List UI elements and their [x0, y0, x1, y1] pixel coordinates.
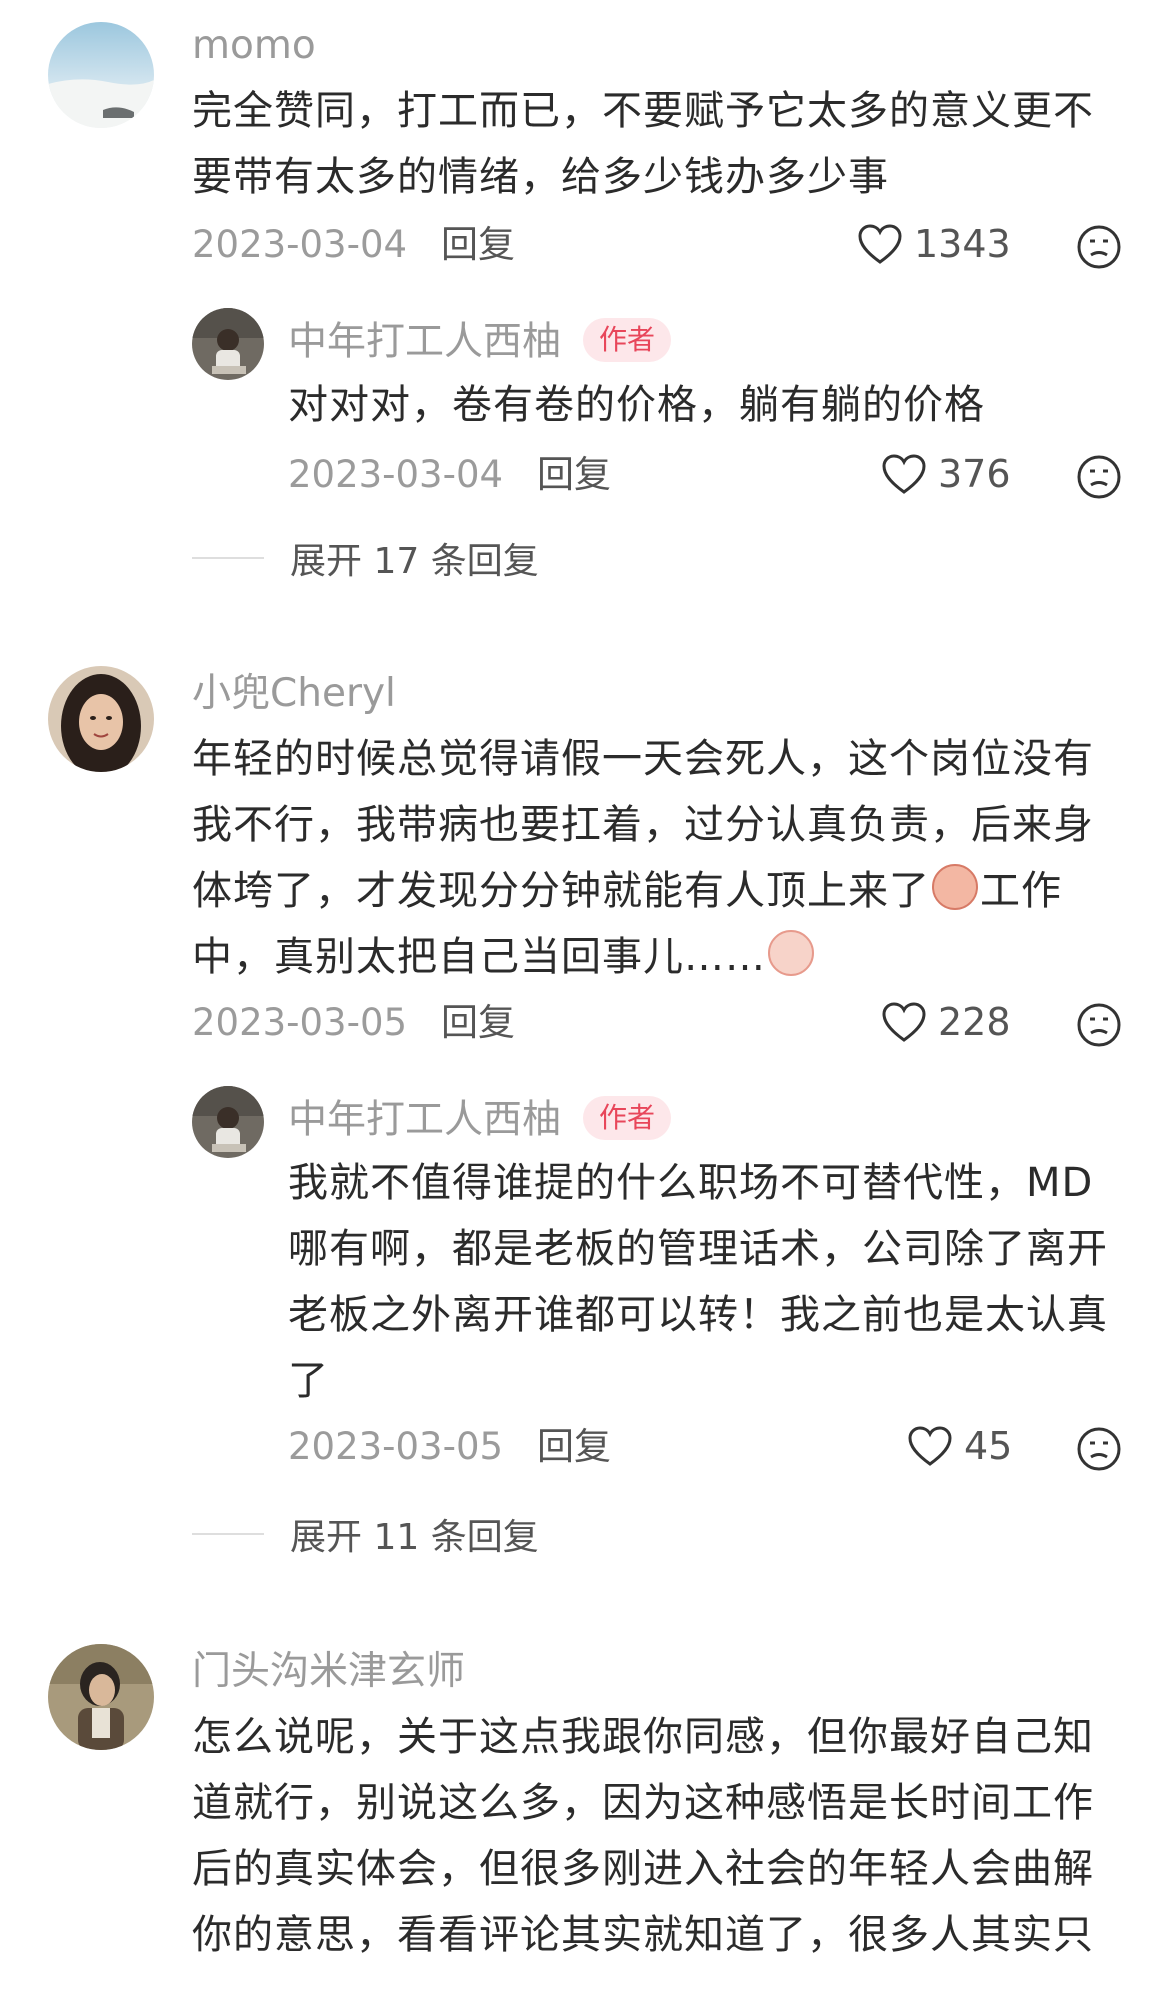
- dislike-face-icon[interactable]: [1076, 1426, 1122, 1472]
- dislike-face-icon[interactable]: [1076, 1002, 1122, 1048]
- reply-text: 对对对，卷有卷的价格，躺有躺的价格: [288, 382, 985, 428]
- heart-icon: [908, 1426, 952, 1466]
- avatar-cheryl[interactable]: [48, 666, 154, 772]
- like-button[interactable]: 228: [880, 1000, 1011, 1044]
- avatar-yonezu[interactable]: [48, 1644, 154, 1750]
- heart-icon: [882, 1002, 926, 1042]
- avatar-author[interactable]: [192, 308, 264, 380]
- expand-replies-button[interactable]: 展开 17 条回复: [192, 532, 539, 584]
- comment-date: 2023-03-05: [192, 1001, 408, 1044]
- like-button[interactable]: 376: [880, 452, 1011, 496]
- shocked-face-emoji: [768, 930, 814, 976]
- comment-text: 完全赞同，打工而已，不要赋予它太多的意义更不要带有太多的情绪，给多少钱办多少事: [192, 88, 1094, 200]
- divider-line: [192, 557, 264, 559]
- reply-button[interactable]: 回复: [441, 223, 515, 266]
- comment-username[interactable]: 门头沟米津玄师: [192, 1652, 465, 1691]
- reply-username[interactable]: 中年打工人西柚 作者: [288, 1096, 672, 1144]
- comment-username[interactable]: 小兜Cheryl: [192, 674, 396, 713]
- divider-line: [192, 1533, 264, 1535]
- reply-meta: 2023-03-05 回复: [288, 1428, 611, 1465]
- author-badge: 作者: [583, 318, 672, 362]
- like-count: 228: [938, 1000, 1011, 1044]
- reply-username[interactable]: 中年打工人西柚 作者: [288, 318, 672, 366]
- like-button[interactable]: 45: [906, 1424, 1012, 1468]
- avatar-author[interactable]: [192, 1086, 264, 1158]
- comment-date: 2023-03-04: [192, 223, 408, 266]
- dislike-face-icon[interactable]: [1076, 224, 1122, 270]
- like-count: 376: [938, 452, 1011, 496]
- like-count: 45: [964, 1424, 1013, 1468]
- comment-username[interactable]: momo: [192, 26, 316, 65]
- reply-date: 2023-03-05: [288, 1425, 504, 1468]
- reply-date: 2023-03-04: [288, 453, 504, 496]
- comment-text: 年轻的时候总觉得请假一天会死人，这个岗位没有我不行，我带病也要扛着，过分认真负责…: [192, 736, 1094, 980]
- reply-button[interactable]: 回复: [537, 453, 611, 496]
- reply-button[interactable]: 回复: [441, 1001, 515, 1044]
- dislike-face-icon[interactable]: [1076, 454, 1122, 500]
- author-badge: 作者: [583, 1096, 672, 1140]
- comment-text: 怎么说呢，关于这点我跟你同感，但你最好自己知道就行，别说这么多，因为这种感悟是长…: [192, 1714, 1094, 1958]
- like-button[interactable]: 1343: [856, 222, 1011, 266]
- reply-text: 我就不值得谁提的什么职场不可替代性，MD哪有啊，都是老板的管理话术，公司除了离开…: [288, 1160, 1108, 1404]
- sad-face-emoji: [932, 864, 978, 910]
- comment-meta: 2023-03-05 回复: [192, 1004, 515, 1041]
- expand-replies-button[interactable]: 展开 11 条回复: [192, 1508, 539, 1560]
- heart-icon: [858, 224, 902, 264]
- heart-icon: [882, 454, 926, 494]
- avatar-momo[interactable]: [48, 22, 154, 128]
- like-count: 1343: [914, 222, 1011, 266]
- comment-meta: 2023-03-04 回复: [192, 226, 515, 263]
- reply-button[interactable]: 回复: [537, 1425, 611, 1468]
- reply-meta: 2023-03-04 回复: [288, 456, 611, 493]
